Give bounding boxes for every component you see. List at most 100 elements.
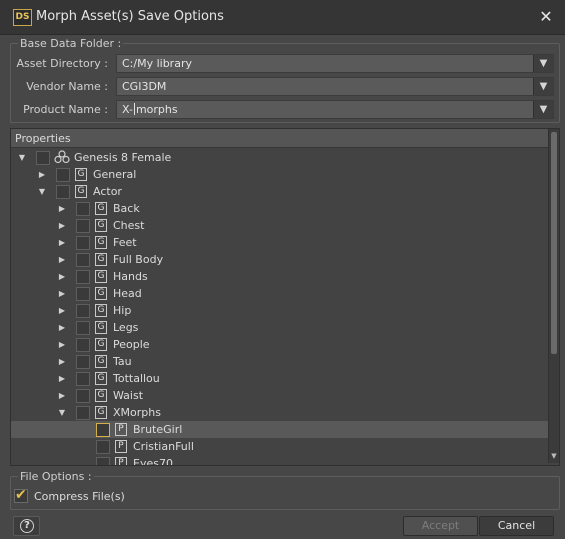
title-bar[interactable]: DS Morph Asset(s) Save Options ✕: [0, 0, 565, 35]
tree-checkbox[interactable]: [76, 389, 90, 403]
tree-row[interactable]: ▼ G XMorphs: [11, 404, 549, 421]
tree-item-label: Hands: [113, 270, 148, 283]
tree-item-label: Feet: [113, 236, 137, 249]
group-icon: G: [75, 168, 87, 181]
vendor-name-value: CGI3DM: [122, 80, 167, 93]
group-icon: G: [95, 321, 107, 334]
expand-right-icon[interactable]: ▶: [57, 255, 67, 265]
tree-checkbox[interactable]: [56, 168, 70, 182]
asset-directory-select[interactable]: C:/My library ▼: [116, 54, 554, 73]
tree-checkbox[interactable]: [76, 202, 90, 216]
tree-checkbox[interactable]: [76, 304, 90, 318]
tree-row[interactable]: P BruteGirl: [11, 421, 549, 438]
tree-row[interactable]: ▼ Genesis 8 Female: [11, 149, 549, 166]
tree-row[interactable]: ▶ G Hands: [11, 268, 549, 285]
tree-checkbox[interactable]: [76, 321, 90, 335]
tree-checkbox[interactable]: [76, 270, 90, 284]
expand-right-icon[interactable]: ▶: [57, 204, 67, 214]
property-icon: P: [115, 440, 127, 453]
tree-checkbox[interactable]: [76, 406, 90, 420]
vendor-name-label: Vendor Name :: [26, 80, 108, 93]
tree-row[interactable]: P Eyes70: [11, 455, 549, 465]
tree-item-label: Head: [113, 287, 142, 300]
expand-right-icon[interactable]: ▶: [37, 170, 47, 180]
expand-right-icon[interactable]: ▶: [57, 289, 67, 299]
tree-checkbox[interactable]: [76, 219, 90, 233]
chevron-down-icon[interactable]: ▼: [533, 55, 553, 72]
tree-item-label: XMorphs: [113, 406, 161, 419]
tree-item-label: People: [113, 338, 150, 351]
expand-right-icon[interactable]: ▶: [57, 221, 67, 231]
tree-row[interactable]: ▼ G Actor: [11, 183, 549, 200]
tree-row[interactable]: ▶ G Legs: [11, 319, 549, 336]
compress-files-checkbox[interactable]: ✔: [14, 487, 28, 503]
tree-checkbox[interactable]: [96, 457, 110, 465]
expand-right-icon[interactable]: ▶: [57, 357, 67, 367]
scroll-down-icon[interactable]: ▼: [549, 451, 559, 461]
tree-row[interactable]: ▶ G General: [11, 166, 549, 183]
expand-right-icon[interactable]: ▶: [57, 238, 67, 248]
figure-icon: [54, 150, 70, 164]
tree-checkbox[interactable]: [96, 440, 110, 454]
asset-directory-label: Asset Directory :: [16, 57, 108, 70]
tree-checkbox[interactable]: [76, 253, 90, 267]
group-icon: G: [95, 355, 107, 368]
tree-item-label: Actor: [93, 185, 122, 198]
tree-row[interactable]: ▶ G Hip: [11, 302, 549, 319]
tree-checkbox[interactable]: [36, 151, 50, 165]
tree-checkbox[interactable]: [56, 185, 70, 199]
chevron-down-icon[interactable]: ▼: [533, 78, 553, 95]
tree-row[interactable]: ▶ G Tau: [11, 353, 549, 370]
tree-item-label: Waist: [113, 389, 144, 402]
daz-studio-logo-icon: DS: [13, 9, 32, 26]
expand-down-icon[interactable]: ▼: [57, 408, 67, 418]
product-name-input[interactable]: X-morphs ▼: [116, 100, 554, 119]
tree-row[interactable]: ▶ G Head: [11, 285, 549, 302]
expand-right-icon[interactable]: ▶: [57, 340, 67, 350]
group-icon: G: [95, 253, 107, 266]
tree-checkbox[interactable]: [76, 372, 90, 386]
expand-right-icon[interactable]: ▶: [57, 272, 67, 282]
tree-checkbox[interactable]: [76, 236, 90, 250]
tree-row[interactable]: ▶ G Full Body: [11, 251, 549, 268]
tree-row[interactable]: ▶ G Tottallou: [11, 370, 549, 387]
expand-down-icon[interactable]: ▼: [17, 153, 27, 163]
chevron-down-icon[interactable]: ▼: [533, 101, 553, 118]
file-options-label: File Options :: [18, 470, 94, 483]
close-icon[interactable]: ✕: [535, 6, 557, 28]
cancel-button[interactable]: Cancel: [479, 516, 554, 536]
vendor-name-select[interactable]: CGI3DM ▼: [116, 77, 554, 96]
expand-right-icon[interactable]: ▶: [57, 374, 67, 384]
scrollbar-thumb[interactable]: [551, 132, 557, 354]
accept-button[interactable]: Accept: [403, 516, 478, 536]
group-icon: G: [95, 406, 107, 419]
tree-checkbox[interactable]: [76, 287, 90, 301]
tree-checkbox[interactable]: [76, 338, 90, 352]
tree-checkbox[interactable]: [96, 423, 110, 437]
tree-item-label: Tau: [113, 355, 132, 368]
tree-item-label: Legs: [113, 321, 139, 334]
expand-right-icon[interactable]: ▶: [57, 323, 67, 333]
tree-checkbox[interactable]: [76, 355, 90, 369]
tree-row[interactable]: ▶ G Chest: [11, 217, 549, 234]
compress-files-label[interactable]: Compress File(s): [34, 490, 125, 503]
tree-row[interactable]: ▶ G Feet: [11, 234, 549, 251]
tree-row[interactable]: P CristianFull: [11, 438, 549, 455]
group-icon: G: [95, 338, 107, 351]
base-data-folder-label: Base Data Folder :: [18, 37, 124, 50]
tree-row[interactable]: ▶ G Waist: [11, 387, 549, 404]
expand-right-icon[interactable]: ▶: [57, 306, 67, 316]
tree-item-label: Full Body: [113, 253, 164, 266]
tree-row[interactable]: ▶ G Back: [11, 200, 549, 217]
product-name-text-start: X-: [122, 103, 133, 116]
expand-down-icon[interactable]: ▼: [37, 187, 47, 197]
help-button[interactable]: ?: [13, 516, 40, 536]
group-icon: G: [95, 304, 107, 317]
tree-row[interactable]: ▶ G People: [11, 336, 549, 353]
tree-scrollbar[interactable]: ▼: [548, 129, 559, 463]
expand-right-icon[interactable]: ▶: [57, 391, 67, 401]
product-name-label: Product Name :: [23, 103, 108, 116]
group-icon: G: [95, 236, 107, 249]
product-name-value: X-morphs: [122, 103, 178, 116]
morph-save-options-dialog: DS Morph Asset(s) Save Options ✕ Base Da…: [0, 0, 565, 539]
